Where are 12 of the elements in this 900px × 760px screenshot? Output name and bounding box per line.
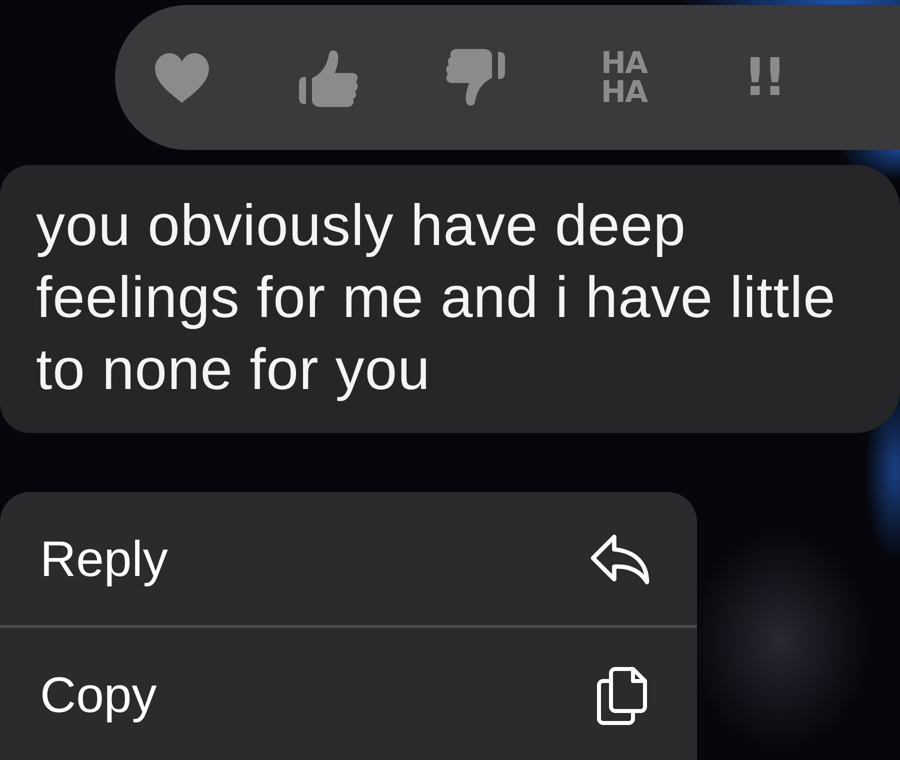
thumbs-down-reaction[interactable]: [445, 48, 507, 108]
heart-icon: [153, 52, 211, 104]
thumbs-up-icon: [297, 48, 359, 108]
menu-label: Copy: [40, 666, 157, 724]
heart-reaction[interactable]: [153, 52, 211, 104]
reply-menu-item[interactable]: Reply: [0, 492, 697, 625]
message-text: you obviously have deep feelings for me and i have little to none for you: [36, 192, 837, 404]
copy-menu-item[interactable]: Copy: [0, 628, 697, 760]
thumbs-up-reaction[interactable]: [297, 48, 359, 108]
thumbs-down-icon: [445, 48, 507, 108]
reply-arrow-icon: [589, 532, 651, 584]
menu-label: Reply: [40, 530, 168, 588]
